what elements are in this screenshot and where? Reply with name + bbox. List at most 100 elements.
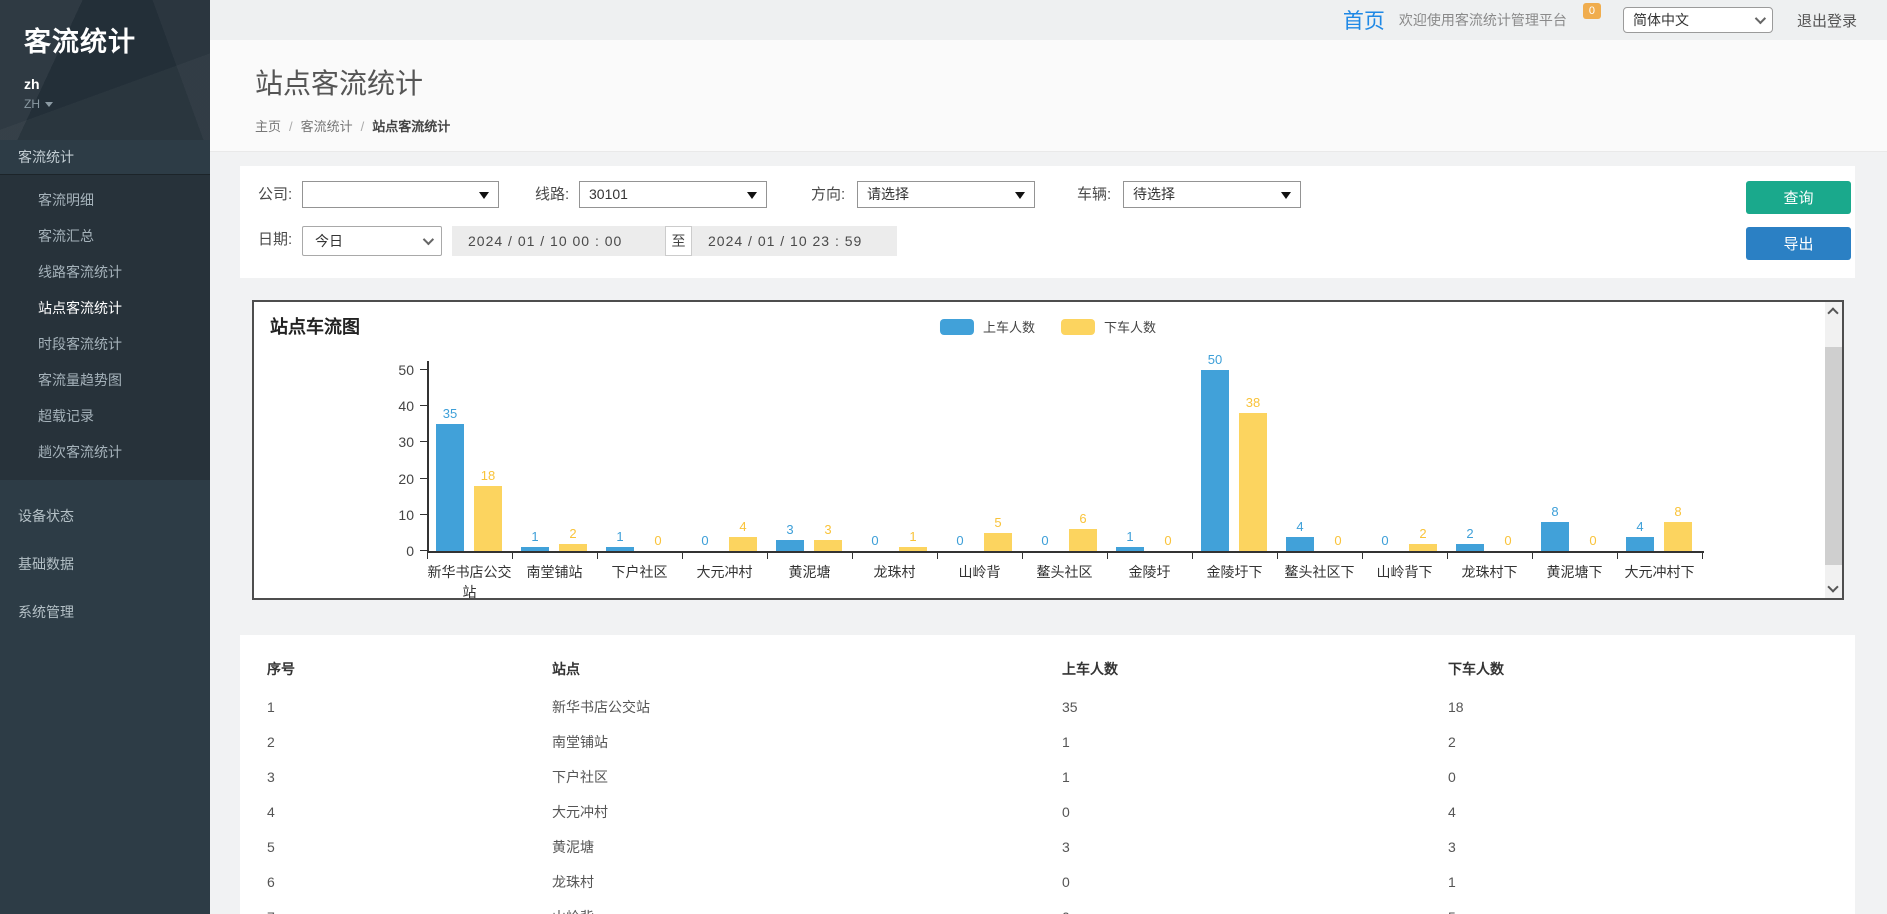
sidebar-section[interactable]: 设备状态	[0, 492, 210, 540]
x-category-label: 黄泥塘	[767, 562, 852, 578]
x-category-label: 下户社区	[597, 562, 682, 578]
bar-value-label: 1	[515, 529, 555, 544]
table-cell: 5	[240, 829, 552, 864]
bar-value-label: 1	[1110, 529, 1150, 544]
sidebar-item[interactable]: 线路客流统计	[0, 254, 210, 290]
breadcrumb-item[interactable]: 主页	[255, 119, 281, 134]
y-tick-mark	[420, 369, 427, 370]
table-cell: 1	[1448, 864, 1855, 899]
dropdown-arrow-icon	[1281, 192, 1291, 199]
scroll-up-icon[interactable]	[1827, 307, 1838, 318]
sidebar-item[interactable]: 站点客流统计	[0, 290, 210, 326]
bar-value-label: 50	[1195, 352, 1235, 367]
alighting-bar	[729, 537, 757, 551]
language-select[interactable]: 简体中文	[1623, 7, 1773, 33]
bar-value-label: 2	[1450, 526, 1490, 541]
sidebar-section[interactable]: 基础数据	[0, 540, 210, 588]
table-cell: 1	[1062, 759, 1448, 794]
scrollbar-thumb[interactable]	[1825, 347, 1842, 565]
sidebar-item[interactable]: 趟次客流统计	[0, 434, 210, 470]
x-category-label: 鳌头社区下	[1277, 562, 1362, 578]
table-header-row: 序号站点上车人数下车人数	[240, 649, 1855, 689]
y-tick-label: 20	[254, 471, 414, 487]
scroll-down-icon[interactable]	[1827, 581, 1838, 592]
alighting-bar	[814, 540, 842, 551]
table-cell: 5	[1448, 899, 1855, 914]
date-end-input[interactable]: 2024 / 01 / 10 23 : 59	[692, 226, 897, 256]
sidebar-item[interactable]: 客流明细	[0, 182, 210, 218]
y-tick-mark	[420, 441, 427, 442]
boarding-bar	[606, 547, 634, 551]
bar-value-label: 18	[468, 468, 508, 483]
export-button[interactable]: 导出	[1746, 227, 1851, 260]
boarding-bar	[1626, 537, 1654, 551]
x-tick-mark	[937, 553, 938, 559]
date-preset-select[interactable]: 今日	[302, 226, 442, 256]
table-cell: 大元冲村	[552, 794, 1062, 829]
line-select[interactable]: 30101	[579, 181, 767, 208]
table-cell: 1	[240, 689, 552, 724]
user-role-label: ZH	[24, 97, 40, 111]
table-cell: 黄泥塘	[552, 829, 1062, 864]
user-name: zh	[24, 76, 210, 92]
table-cell: 龙珠村	[552, 864, 1062, 899]
table-row: 2南堂铺站12	[240, 724, 1855, 759]
dropdown-arrow-icon	[479, 192, 489, 199]
x-tick-mark	[1447, 553, 1448, 559]
sidebar-item[interactable]: 客流汇总	[0, 218, 210, 254]
sidebar-section[interactable]: 系统管理	[0, 588, 210, 636]
query-button[interactable]: 查询	[1746, 181, 1851, 214]
sidebar-item[interactable]: 客流量趋势图	[0, 362, 210, 398]
bar-value-label: 0	[1488, 533, 1528, 548]
sidebar-section-passenger-stats[interactable]: 客流统计	[0, 140, 210, 174]
boarding-bar	[1541, 522, 1569, 551]
app-title: 客流统计	[24, 20, 210, 59]
chart-scrollbar[interactable]	[1825, 302, 1842, 598]
table-row: 7山岭背05	[240, 899, 1855, 914]
alighting-bar	[1069, 529, 1097, 551]
line-label: 线路:	[535, 181, 569, 209]
breadcrumb-item[interactable]: 客流统计	[301, 119, 353, 134]
filter-panel: 公司: 线路: 30101 方向: 请选择 车辆: 待选择 日期: 今日 202…	[240, 166, 1855, 278]
y-tick-mark	[420, 405, 427, 406]
date-start-input[interactable]: 2024 / 01 / 10 00 : 00	[452, 226, 665, 256]
alighting-bar	[899, 547, 927, 551]
x-tick-mark	[1362, 553, 1363, 559]
boarding-bar	[521, 547, 549, 551]
sidebar-menu: 客流统计 客流明细客流汇总线路客流统计站点客流统计时段客流统计客流量趋势图超载记…	[0, 140, 210, 636]
table-cell: 2	[240, 724, 552, 759]
sidebar-item[interactable]: 时段客流统计	[0, 326, 210, 362]
date-label: 日期:	[258, 226, 292, 254]
company-label: 公司:	[258, 181, 292, 209]
table-panel: 序号站点上车人数下车人数 1新华书店公交站35182南堂铺站123下户社区104…	[240, 635, 1855, 914]
bar-value-label: 38	[1233, 395, 1273, 410]
chart-panel: 站点车流图 上车人数下车人数 01020304050新华书店公交站3518南堂铺…	[252, 300, 1844, 600]
vehicle-select[interactable]: 待选择	[1123, 181, 1301, 208]
chevron-down-icon	[1755, 13, 1766, 24]
line-value: 30101	[589, 186, 628, 202]
direction-select[interactable]: 请选择	[857, 181, 1035, 208]
x-category-label: 龙珠村下	[1447, 562, 1532, 578]
user-menu[interactable]: ZH	[24, 97, 210, 111]
x-tick-mark	[1192, 553, 1193, 559]
sidebar-submenu: 客流明细客流汇总线路客流统计站点客流统计时段客流统计客流量趋势图超载记录趟次客流…	[0, 174, 210, 480]
sidebar-item[interactable]: 超载记录	[0, 398, 210, 434]
station-table: 序号站点上车人数下车人数 1新华书店公交站35182南堂铺站123下户社区104…	[240, 649, 1855, 914]
table-row: 6龙珠村01	[240, 864, 1855, 899]
x-category-label: 大元冲村下	[1617, 562, 1702, 578]
table-cell: 7	[240, 899, 552, 914]
x-tick-mark	[767, 553, 768, 559]
table-row: 1新华书店公交站3518	[240, 689, 1855, 724]
x-tick-mark	[1702, 553, 1703, 559]
boarding-bar	[1286, 537, 1314, 551]
home-link[interactable]: 首页	[1343, 5, 1385, 35]
x-tick-mark	[512, 553, 513, 559]
x-axis-line	[427, 551, 1704, 553]
table-cell: 0	[1062, 794, 1448, 829]
boarding-bar	[436, 424, 464, 551]
table-cell: 下户社区	[552, 759, 1062, 794]
logout-link[interactable]: 退出登录	[1797, 10, 1857, 31]
company-select[interactable]	[302, 181, 499, 208]
x-tick-mark	[427, 553, 428, 559]
x-tick-mark	[1022, 553, 1023, 559]
